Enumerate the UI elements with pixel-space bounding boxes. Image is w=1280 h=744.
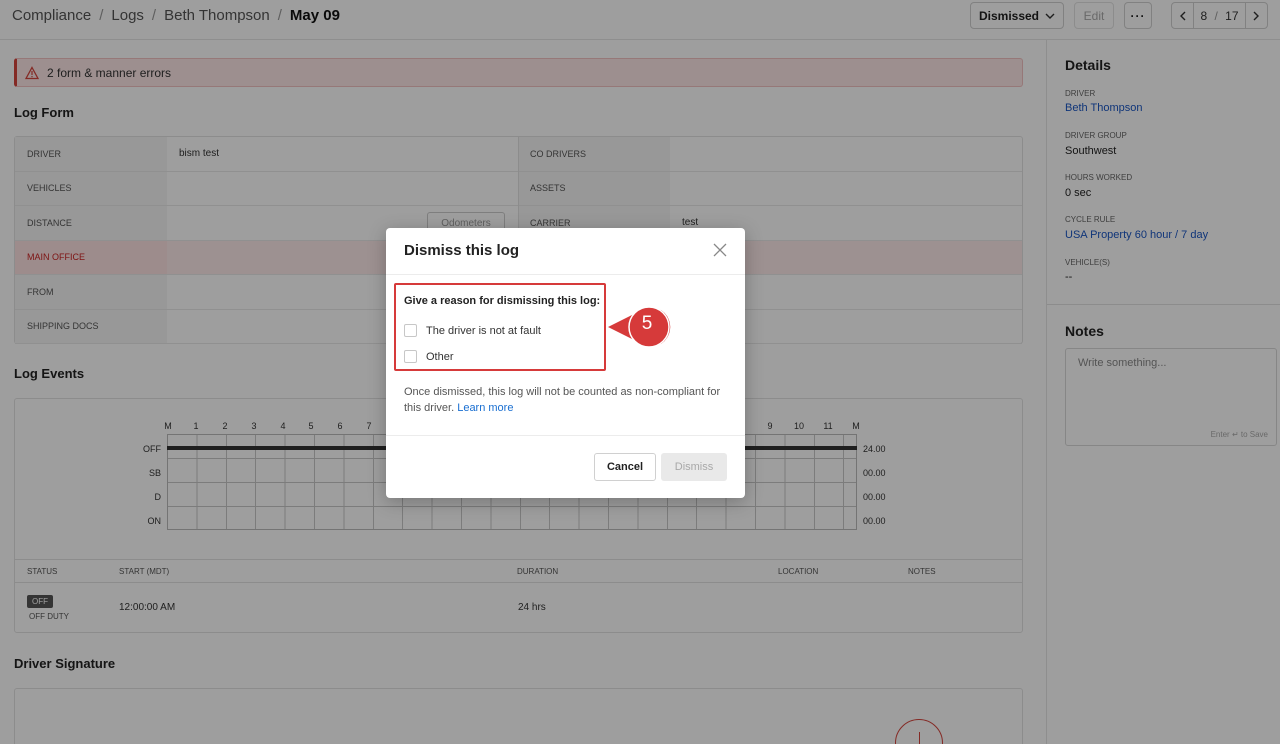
dialog-divider xyxy=(386,435,745,436)
dialog-divider xyxy=(386,274,745,275)
dialog-title: Dismiss this log xyxy=(404,242,520,259)
close-icon[interactable] xyxy=(712,242,728,258)
step-number: 5 xyxy=(641,313,653,334)
dismiss-note: Once dismissed, this log will not be cou… xyxy=(404,384,729,416)
cancel-button[interactable]: Cancel xyxy=(594,453,656,481)
dismiss-button[interactable]: Dismiss xyxy=(661,453,727,481)
learn-more-link[interactable]: Learn more xyxy=(457,402,513,414)
dismiss-note-text: Once dismissed, this log will not be cou… xyxy=(404,386,721,414)
highlight-box xyxy=(394,283,606,371)
